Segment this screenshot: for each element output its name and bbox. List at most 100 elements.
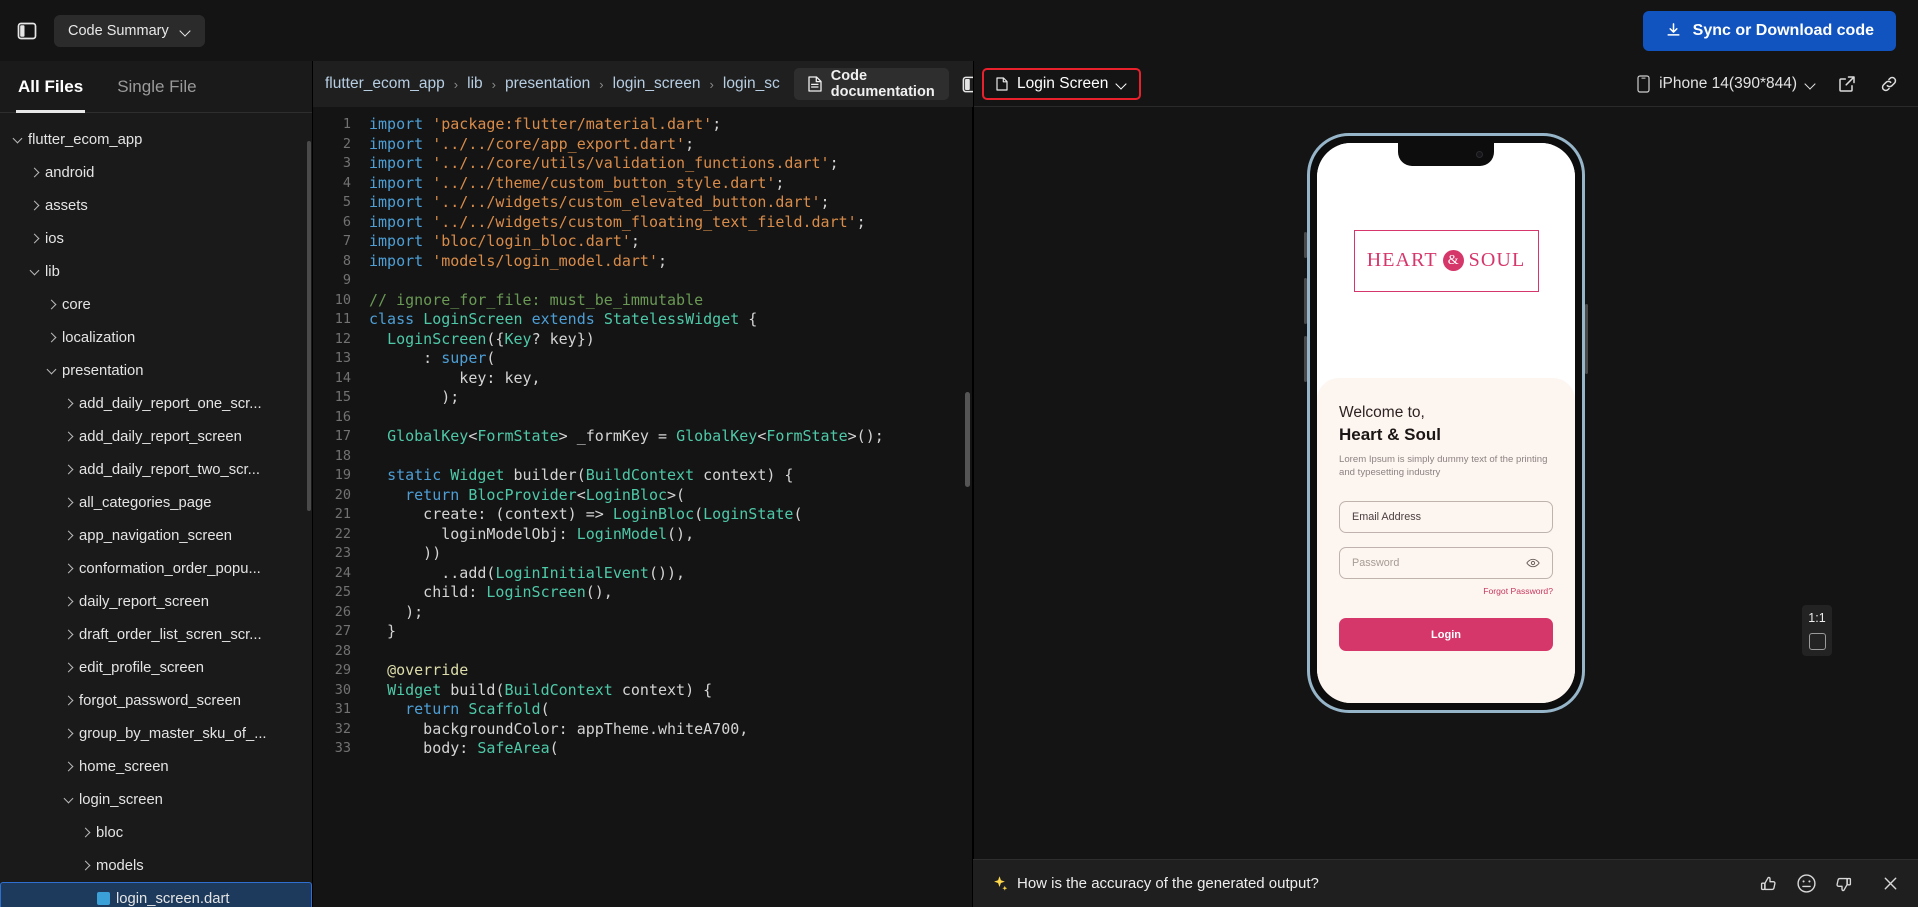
breadcrumb-item[interactable]: lib bbox=[467, 75, 483, 93]
tree-folder[interactable]: login_screen bbox=[0, 783, 312, 816]
breadcrumb-item[interactable]: presentation bbox=[505, 75, 590, 93]
tree-folder[interactable]: bloc bbox=[0, 816, 312, 849]
code-text[interactable]: @override bbox=[369, 661, 973, 681]
document-icon bbox=[996, 76, 1008, 91]
tree-item-label: lib bbox=[45, 263, 60, 280]
code-text[interactable]: )) bbox=[369, 544, 973, 564]
code-editor[interactable]: 1 import 'package:flutter/material.dart';… bbox=[313, 107, 973, 907]
code-text[interactable]: import '../../widgets/custom_elevated_bu… bbox=[369, 193, 973, 213]
line-number: 25 bbox=[334, 584, 351, 600]
tree-folder[interactable]: forgot_password_screen bbox=[0, 684, 312, 717]
eye-icon[interactable] bbox=[1526, 556, 1540, 570]
tree-folder[interactable]: add_daily_report_one_scr... bbox=[0, 387, 312, 420]
code-text[interactable]: // ignore_for_file: must_be_immutable bbox=[369, 291, 973, 311]
file-tree[interactable]: flutter_ecom_app android assets ios lib core l… bbox=[0, 113, 312, 907]
code-text[interactable]: ); bbox=[369, 603, 973, 623]
code-line: 32 backgroundColor: appTheme.whiteA700, bbox=[313, 720, 973, 740]
tree-folder[interactable]: assets bbox=[0, 189, 312, 222]
line-number: 15 bbox=[334, 389, 351, 405]
code-text[interactable] bbox=[369, 642, 973, 662]
external-link-icon[interactable] bbox=[1836, 73, 1858, 95]
file-scope-tab-single-file[interactable]: Single File bbox=[117, 61, 196, 113]
code-summary-dropdown[interactable]: Code Summary bbox=[54, 14, 205, 47]
code-text[interactable]: key: key, bbox=[369, 369, 973, 389]
chevron-down-icon bbox=[1806, 79, 1816, 89]
tree-folder[interactable]: android bbox=[0, 156, 312, 189]
sync-or-download-code-button[interactable]: Sync or Download code bbox=[1642, 10, 1896, 51]
tree-folder[interactable]: add_daily_report_two_scr... bbox=[0, 453, 312, 486]
code-text[interactable]: return Scaffold( bbox=[369, 700, 973, 720]
code-text[interactable] bbox=[369, 271, 973, 291]
code-text[interactable]: Widget build(BuildContext context) { bbox=[369, 681, 973, 701]
code-text[interactable] bbox=[369, 447, 973, 467]
code-text[interactable]: import '../../core/app_export.dart'; bbox=[369, 135, 973, 155]
email-field[interactable]: Email Address bbox=[1339, 501, 1553, 533]
welcome-line-2: Heart & Soul bbox=[1339, 425, 1442, 444]
tree-folder[interactable]: models bbox=[0, 849, 312, 882]
code-text[interactable]: body: SafeArea( bbox=[369, 739, 973, 759]
tree-folder[interactable]: add_daily_report_screen bbox=[0, 420, 312, 453]
code-text[interactable]: loginModelObj: LoginModel(), bbox=[369, 525, 973, 545]
breadcrumb-item[interactable]: login_screen bbox=[613, 75, 701, 93]
close-icon[interactable] bbox=[1876, 870, 1904, 898]
tree-folder[interactable]: all_categories_page bbox=[0, 486, 312, 519]
code-text[interactable]: import '../../widgets/custom_floating_te… bbox=[369, 213, 973, 233]
code-text[interactable]: ..add(LoginInitialEvent()), bbox=[369, 564, 973, 584]
chevron-right-icon bbox=[59, 433, 79, 441]
tree-file[interactable]: login_screen.dart bbox=[0, 882, 312, 907]
tree-folder[interactable]: presentation bbox=[0, 354, 312, 387]
editor-scrollbar[interactable] bbox=[965, 392, 970, 487]
code-text[interactable]: LoginScreen({Key? key}) bbox=[369, 330, 973, 350]
code-text[interactable]: import 'models/login_model.dart'; bbox=[369, 252, 973, 272]
thumbs-down-icon[interactable] bbox=[1829, 870, 1857, 898]
tree-folder[interactable]: draft_order_list_scren_scr... bbox=[0, 618, 312, 651]
device-selector-dropdown[interactable]: iPhone 14(390*844) bbox=[1637, 75, 1816, 93]
tree-folder[interactable]: app_navigation_screen bbox=[0, 519, 312, 552]
tree-item-label: android bbox=[45, 164, 95, 181]
link-icon[interactable] bbox=[1878, 73, 1900, 95]
breadcrumb-item[interactable]: login_sc bbox=[723, 75, 780, 93]
code-text[interactable]: static Widget builder(BuildContext conte… bbox=[369, 466, 973, 486]
file-scope-tab-all-files[interactable]: All Files bbox=[15, 61, 86, 113]
code-text[interactable]: } bbox=[369, 622, 973, 642]
code-text[interactable]: GlobalKey<FormState> _formKey = GlobalKe… bbox=[369, 427, 973, 447]
tree-folder[interactable]: flutter_ecom_app bbox=[0, 123, 312, 156]
code-text[interactable]: backgroundColor: appTheme.whiteA700, bbox=[369, 720, 973, 740]
code-text[interactable]: : super( bbox=[369, 349, 973, 369]
code-text[interactable]: class LoginScreen extends StatelessWidge… bbox=[369, 310, 973, 330]
tree-folder[interactable]: ios bbox=[0, 222, 312, 255]
neutral-face-icon[interactable] bbox=[1792, 870, 1820, 898]
code-lines: 1 import 'package:flutter/material.dart';… bbox=[313, 115, 973, 759]
code-documentation-button[interactable]: Code documentation bbox=[793, 68, 949, 100]
panel-toggle-icon[interactable] bbox=[12, 16, 42, 46]
code-text[interactable]: import 'package:flutter/material.dart'; bbox=[369, 115, 973, 135]
code-text[interactable] bbox=[369, 408, 973, 428]
line-number: 23 bbox=[334, 545, 351, 561]
tree-folder[interactable]: lib bbox=[0, 255, 312, 288]
tree-folder[interactable]: edit_profile_screen bbox=[0, 651, 312, 684]
tree-folder[interactable]: home_screen bbox=[0, 750, 312, 783]
tree-folder[interactable]: core bbox=[0, 288, 312, 321]
screen-selector-dropdown[interactable]: Login Screen bbox=[982, 67, 1142, 100]
tree-folder[interactable]: group_by_master_sku_of_... bbox=[0, 717, 312, 750]
tree-item-label: login_screen bbox=[79, 791, 163, 808]
code-text[interactable]: import '../../core/utils/validation_func… bbox=[369, 154, 973, 174]
tree-folder[interactable]: daily_report_screen bbox=[0, 585, 312, 618]
sidebar-scrollbar[interactable] bbox=[307, 141, 311, 511]
code-text[interactable]: return BlocProvider<LoginBloc>( bbox=[369, 486, 973, 506]
code-line: 21 create: (context) => LoginBloc(LoginS… bbox=[313, 505, 973, 525]
login-button[interactable]: Login bbox=[1339, 618, 1553, 651]
tree-folder[interactable]: conformation_order_popu... bbox=[0, 552, 312, 585]
code-text[interactable]: child: LoginScreen(), bbox=[369, 583, 973, 603]
breadcrumb-item[interactable]: flutter_ecom_app bbox=[325, 75, 445, 93]
password-field[interactable]: Password bbox=[1339, 547, 1553, 579]
thumbs-up-icon[interactable] bbox=[1755, 870, 1783, 898]
tree-folder[interactable]: localization bbox=[0, 321, 312, 354]
forgot-password-link[interactable]: Forgot Password? bbox=[1339, 586, 1553, 596]
code-text[interactable]: ); bbox=[369, 388, 973, 408]
code-text[interactable]: import 'bloc/login_bloc.dart'; bbox=[369, 232, 973, 252]
code-text[interactable]: import '../../theme/custom_button_style.… bbox=[369, 174, 973, 194]
fit-to-screen-icon[interactable] bbox=[1808, 633, 1826, 650]
password-field-placeholder: Password bbox=[1352, 557, 1400, 569]
code-text[interactable]: create: (context) => LoginBloc(LoginStat… bbox=[369, 505, 973, 525]
